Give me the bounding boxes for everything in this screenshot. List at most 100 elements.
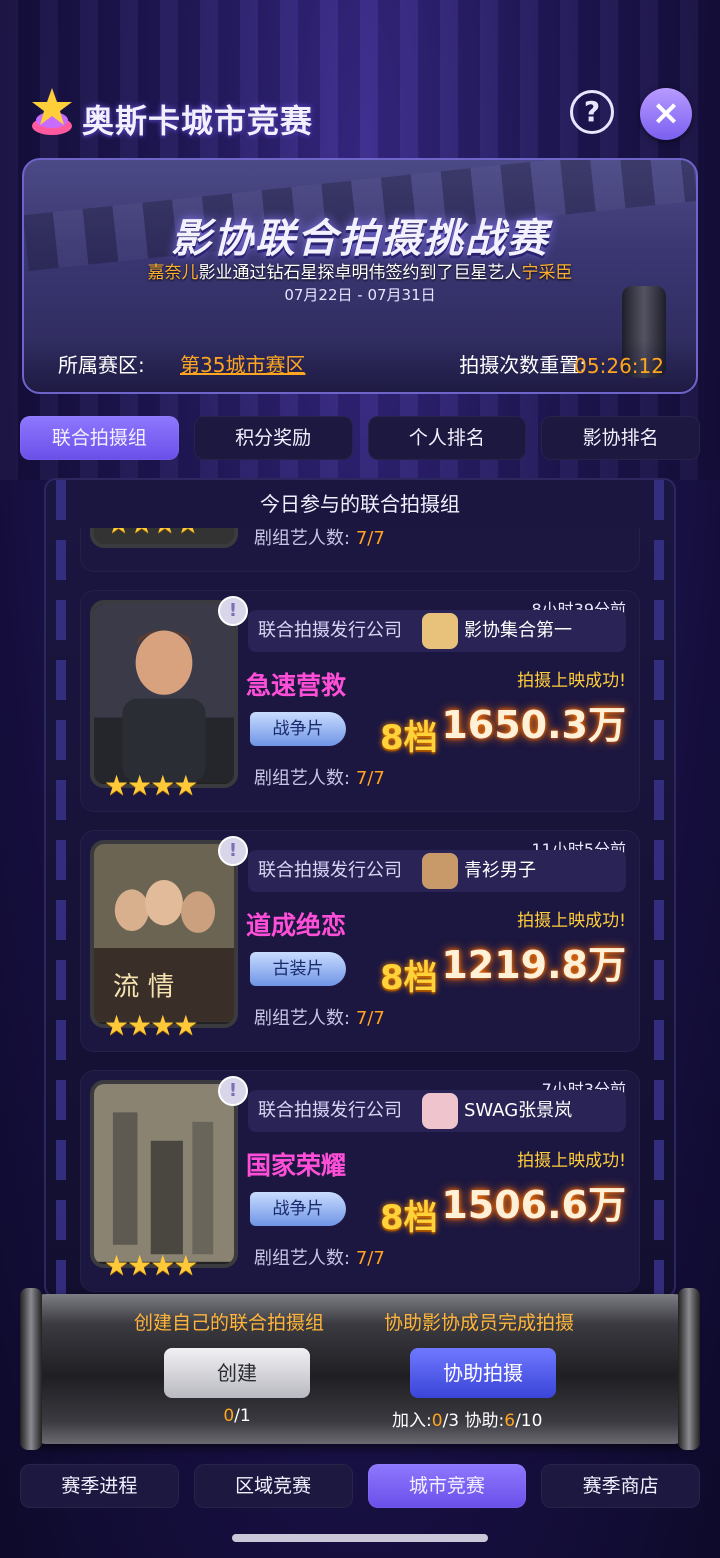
film-holes-right [654,480,664,1296]
genre-tag: 战争片 [250,1192,346,1226]
crew-value: 7/7 [355,1008,385,1029]
create-count: 0/1 [30,1406,444,1426]
crew-count: 剧组艺人数: 7/7 [254,1244,385,1270]
region-link[interactable]: 第35城市赛区 [180,349,305,378]
crew-value: 7/7 [355,768,385,789]
action-bar: 创建自己的联合拍摄组 协助影协成员完成拍摄 创建 协助拍摄 0/1 加入:0/3… [20,1288,700,1450]
crew-label: 剧组艺人数: [254,528,351,549]
home-indicator[interactable] [232,1534,488,1542]
close-button[interactable]: × [640,88,692,140]
genre-tag: 战争片 [250,712,346,746]
svg-text:流 情: 流 情 [113,971,174,1002]
info-icon[interactable]: ! [218,836,248,866]
publisher-row: 联合拍摄发行公司 SWAG张景岚 [248,1090,626,1132]
crew-value: 7/7 [355,528,385,549]
box-office-value: 1650.3万 [441,703,626,747]
status-text: 拍摄上映成功! [517,1151,626,1171]
list-item[interactable]: 流 情 ! 11小时5分前 联合拍摄发行公司 青衫男子 道成绝恋 拍摄上映成功!… [80,830,640,1052]
assist-hint: 协助影协成员完成拍摄 [384,1312,575,1334]
trophy-logo-icon [32,88,72,135]
top-bar: 奥斯卡城市竞赛 ? × [28,84,692,148]
group-list[interactable]: ★★★★ 剧组艺人数: 7/7 ! 8小时39分前 联合拍摄发行公司 影协集合第 [80,528,640,1296]
film-poster [90,600,238,788]
film-holes-left [56,480,66,1296]
poster-image [94,1084,234,1262]
crew-value: 7/7 [355,1248,385,1269]
poster-image [94,604,234,782]
event-banner: 影协联合拍摄挑战赛 嘉奈儿影业通过钻石星探卓明伟签约到了巨星艺人宁采臣 07月2… [22,158,698,394]
publisher-row: 联合拍摄发行公司 青衫男子 [248,850,626,892]
panel-title: 今日参与的联合拍摄组 [260,492,460,516]
join-used: 0 [431,1411,443,1431]
film-name: 道成绝恋 [246,911,347,940]
crew-label: 剧组艺人数: [254,768,351,789]
tab-association-ranking[interactable]: 影协排名 [541,416,700,460]
create-total: /1 [234,1406,251,1426]
poster-image: 流 情 [94,844,234,1022]
box-office-value: 1219.8万 [441,943,626,987]
event-title: 影协联合拍摄挑战赛 [171,216,549,262]
region-label: 所属赛区: [58,353,145,377]
reset-label: 拍摄次数重置: [459,353,586,377]
crew-count: 剧组艺人数: 7/7 [254,764,385,790]
publisher-name: 青衫男子 [464,860,536,881]
event-date: 07月22日 - 07月31日 [284,286,436,304]
tab-joint-shooting[interactable]: 联合拍摄组 [20,416,179,460]
tab-personal-ranking[interactable]: 个人排名 [367,416,527,460]
join-total: /3 [442,1411,460,1431]
event-news: 嘉奈儿影业通过钻石星探卓明伟签约到了巨星艺人宁采臣 [24,258,696,283]
reset-countdown: 05:26:12 [574,354,664,378]
top-tabs: 联合拍摄组 积分奖励 个人排名 影协排名 [20,416,700,460]
status-text: 拍摄上映成功! [517,911,626,931]
publisher-name: 影协集合第一 [464,620,572,641]
film-poster: ★★★★ [90,528,238,548]
page-title: 奥斯卡城市竞赛 [82,102,314,140]
avatar [422,613,458,649]
news-text: 影业通过钻石星探卓明伟签约到了巨星艺人 [198,263,522,283]
assist-count: 加入:0/3 协助:6/10 [392,1406,542,1431]
crew-count: 剧组艺人数: 7/7 [254,528,385,550]
tab-points-reward[interactable]: 积分奖励 [193,416,353,460]
avatar [422,853,458,889]
box-office-value: 1506.6万 [441,1183,626,1227]
assist-used: 6 [504,1411,516,1431]
star-rating: ★★★★ [104,1009,198,1042]
nav-city-competition[interactable]: 城市竞赛 [367,1464,527,1508]
assist-total: /10 [515,1411,543,1431]
status-text: 拍摄上映成功! [517,671,626,691]
publisher-name: SWAG张景岚 [464,1100,573,1121]
film-poster [90,1080,238,1268]
shooting-group-panel: 今日参与的联合拍摄组 ★★★★ 剧组艺人数: 7/7 ! 8小时39分前 [44,478,676,1298]
crew-label: 剧组艺人数: [254,1248,351,1269]
news-company: 嘉奈儿 [147,263,199,283]
grade-badge: 8档 [380,718,438,758]
bottom-nav: 赛季进程 区域竞赛 城市竞赛 赛季商店 [20,1464,700,1508]
grade-badge: 8档 [380,1198,438,1238]
info-icon[interactable]: ! [218,596,248,626]
list-item[interactable]: ! 7小时3分前 联合拍摄发行公司 SWAG张景岚 国家荣耀 拍摄上映成功! 战… [80,1070,640,1292]
join-label: 加入: [392,1411,432,1431]
genre-tag: 古装片 [250,952,346,986]
nav-season-shop[interactable]: 赛季商店 [541,1464,700,1508]
publisher-label: 联合拍摄发行公司 [258,1100,402,1121]
assist-button[interactable]: 协助拍摄 [410,1348,556,1398]
nav-regional-competition[interactable]: 区域竞赛 [193,1464,353,1508]
info-icon[interactable]: ! [218,1076,248,1106]
list-item[interactable]: ! 8小时39分前 联合拍摄发行公司 影协集合第一 急速营救 拍摄上映成功! 战… [80,590,640,812]
grade-badge: 8档 [380,958,438,998]
help-button[interactable]: ? [570,90,614,134]
star-rating: ★★★★ [104,769,198,802]
create-button[interactable]: 创建 [164,1348,310,1398]
nav-season-progress[interactable]: 赛季进程 [20,1464,179,1508]
publisher-row: 联合拍摄发行公司 影协集合第一 [248,610,626,652]
film-name: 国家荣耀 [246,1151,347,1180]
film-name: 急速营救 [246,671,347,700]
create-hint: 创建自己的联合拍摄组 [134,1312,325,1334]
crew-count: 剧组艺人数: 7/7 [254,1004,385,1030]
star-rating: ★★★★ [106,528,200,540]
star-rating: ★★★★ [104,1249,198,1282]
crew-label: 剧组艺人数: [254,1008,351,1029]
publisher-label: 联合拍摄发行公司 [258,620,402,641]
list-item[interactable]: ★★★★ 剧组艺人数: 7/7 [80,528,640,572]
publisher-label: 联合拍摄发行公司 [258,860,402,881]
